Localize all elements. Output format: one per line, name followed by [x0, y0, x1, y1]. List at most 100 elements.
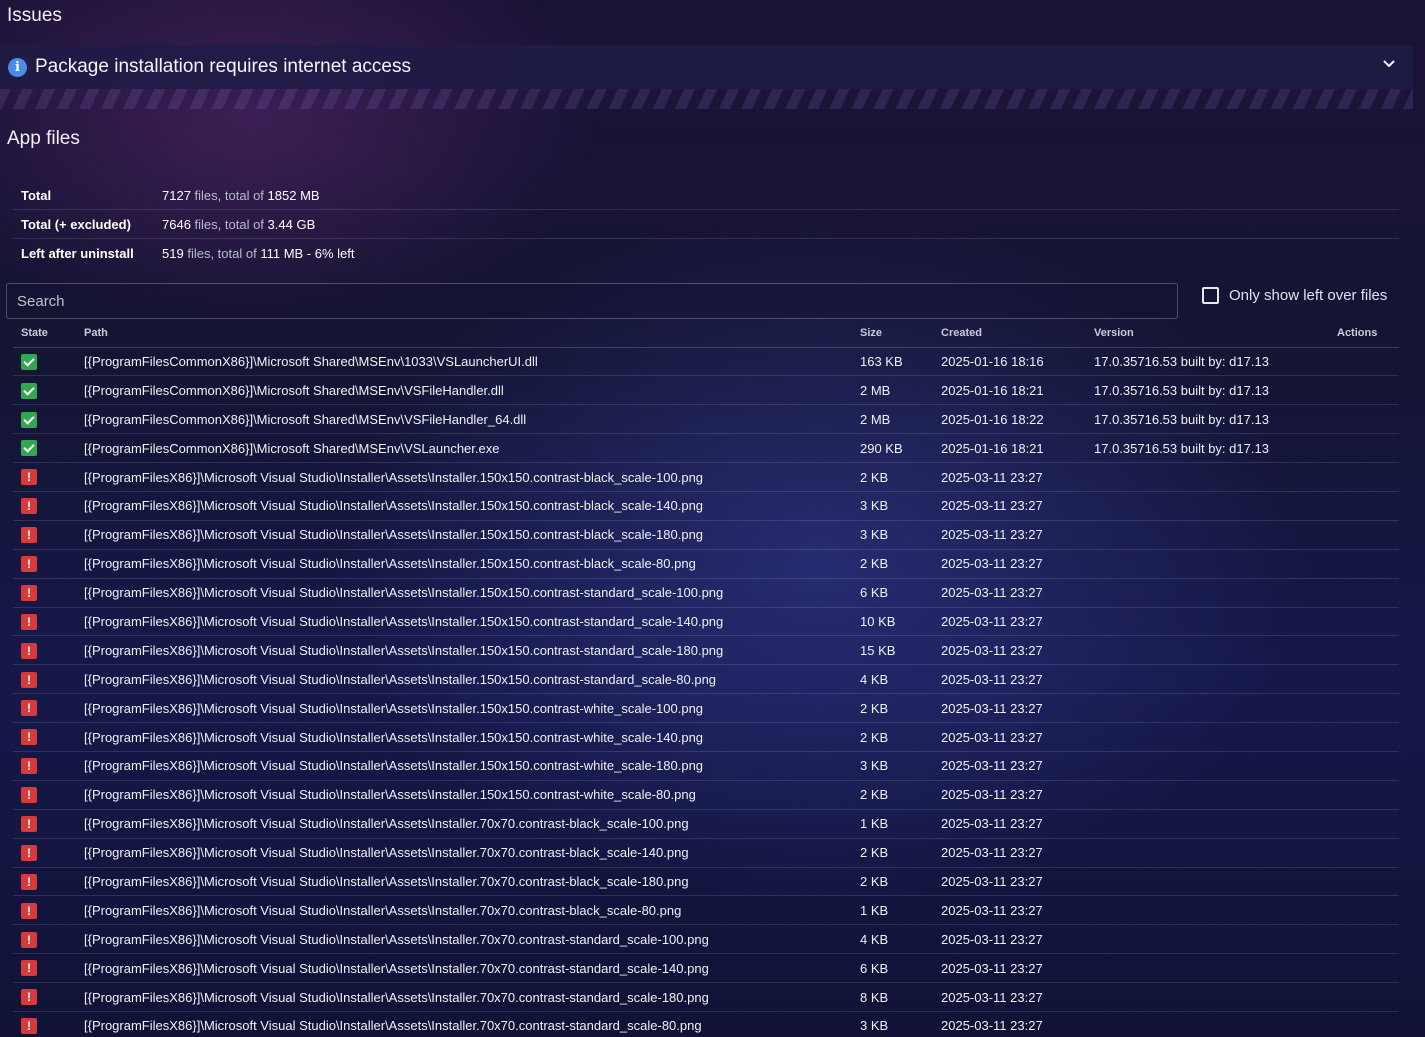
only-left-over-checkbox[interactable]	[1202, 287, 1219, 304]
version-cell	[1094, 607, 1337, 637]
size-cell: 2 KB	[860, 867, 941, 897]
summary-label: Total	[21, 187, 52, 203]
created-cell: 2025-03-11 23:27	[941, 635, 1094, 666]
version-cell	[1094, 462, 1337, 492]
path-cell: [{ProgramFilesX86}]\Microsoft Visual Stu…	[84, 953, 860, 984]
table-row[interactable]: ! [{ProgramFilesX86}]\Microsoft Visual St…	[13, 895, 1399, 926]
path-cell: [{ProgramFilesCommonX86}]\Microsoft Shar…	[84, 347, 860, 377]
path-cell: [{ProgramFilesX86}]\Microsoft Visual Stu…	[84, 549, 860, 579]
actions-cell	[1337, 751, 1399, 781]
path-cell: [{ProgramFilesCommonX86}]\Microsoft Shar…	[84, 433, 860, 464]
state-cell	[13, 433, 84, 464]
actions-cell	[1337, 375, 1399, 406]
version-cell	[1094, 549, 1337, 579]
warning-icon: !	[21, 873, 37, 890]
size-cell: 163 KB	[860, 347, 941, 377]
warning-icon: !	[21, 613, 37, 630]
table-row[interactable]: [{ProgramFilesCommonX86}]\Microsoft Shar…	[13, 404, 1399, 435]
state-cell: !	[13, 867, 84, 897]
state-cell: !	[13, 462, 84, 492]
files-table: State Path Size Created Version Actions …	[13, 319, 1399, 1037]
state-cell: !	[13, 491, 84, 521]
table-row[interactable]: ! [{ProgramFilesX86}]\Microsoft Visual St…	[13, 953, 1399, 984]
table-row[interactable]: ! [{ProgramFilesX86}]\Microsoft Visual St…	[13, 722, 1399, 752]
actions-cell	[1337, 924, 1399, 955]
version-cell	[1094, 867, 1337, 897]
version-cell	[1094, 924, 1337, 955]
table-row[interactable]: [{ProgramFilesCommonX86}]\Microsoft Shar…	[13, 433, 1399, 464]
size-cell: 4 KB	[860, 664, 941, 695]
created-cell: 2025-01-16 18:16	[941, 347, 1094, 377]
size-cell: 2 KB	[860, 693, 941, 724]
version-cell: 17.0.35716.53 built by: d17.13	[1094, 404, 1337, 435]
size-cell: 290 KB	[860, 433, 941, 464]
column-header-size[interactable]: Size	[860, 319, 941, 348]
created-cell: 2025-03-11 23:27	[941, 722, 1094, 752]
table-row[interactable]: [{ProgramFilesCommonX86}]\Microsoft Shar…	[13, 375, 1399, 406]
table-row[interactable]: ! [{ProgramFilesX86}]\Microsoft Visual St…	[13, 780, 1399, 810]
created-cell: 2025-03-11 23:27	[941, 924, 1094, 955]
warning-icon: !	[21, 527, 37, 544]
state-cell	[13, 404, 84, 435]
path-cell: [{ProgramFilesX86}]\Microsoft Visual Stu…	[84, 664, 860, 695]
size-cell: 2 KB	[860, 838, 941, 868]
state-cell	[13, 375, 84, 406]
summary-label: Total (+ excluded)	[21, 216, 131, 232]
issue-item-internet-access[interactable]: i Package installation requires internet…	[0, 45, 1413, 89]
search-input[interactable]	[6, 283, 1178, 319]
actions-cell	[1337, 838, 1399, 868]
table-row[interactable]: ! [{ProgramFilesX86}]\Microsoft Visual St…	[13, 549, 1399, 579]
table-row[interactable]: ! [{ProgramFilesX86}]\Microsoft Visual St…	[13, 924, 1399, 955]
table-row[interactable]: ! [{ProgramFilesX86}]\Microsoft Visual St…	[13, 751, 1399, 781]
size-cell: 6 KB	[860, 953, 941, 984]
table-row[interactable]: ! [{ProgramFilesX86}]\Microsoft Visual St…	[13, 635, 1399, 666]
created-cell: 2025-03-11 23:27	[941, 549, 1094, 579]
created-cell: 2025-01-16 18:22	[941, 404, 1094, 435]
warning-icon: !	[21, 960, 37, 977]
table-row[interactable]: ! [{ProgramFilesX86}]\Microsoft Visual St…	[13, 664, 1399, 695]
table-row[interactable]: ! [{ProgramFilesX86}]\Microsoft Visual St…	[13, 809, 1399, 839]
summary-label: Left after uninstall	[21, 246, 134, 261]
column-header-state[interactable]: State	[13, 319, 84, 348]
version-cell	[1094, 664, 1337, 695]
path-cell: [{ProgramFilesX86}]\Microsoft Visual Stu…	[84, 578, 860, 608]
table-row[interactable]: ! [{ProgramFilesX86}]\Microsoft Visual St…	[13, 578, 1399, 608]
path-cell: [{ProgramFilesCommonX86}]\Microsoft Shar…	[84, 404, 860, 435]
table-row[interactable]: ! [{ProgramFilesX86}]\Microsoft Visual St…	[13, 867, 1399, 897]
warning-icon: !	[21, 700, 37, 717]
only-left-over-toggle[interactable]: Only show left over files	[1202, 287, 1387, 304]
warning-icon: !	[21, 1018, 37, 1035]
table-row[interactable]: ! [{ProgramFilesX86}]\Microsoft Visual St…	[13, 693, 1399, 724]
state-cell: !	[13, 520, 84, 550]
summary-left-after-uninstall: Left after uninstall 519 files, total of…	[13, 239, 1399, 268]
state-cell: !	[13, 895, 84, 926]
column-header-version[interactable]: Version	[1094, 319, 1337, 348]
summary-total-excluded: Total (+ excluded) 7646 files, total of …	[13, 210, 1399, 239]
actions-cell	[1337, 722, 1399, 752]
actions-cell	[1337, 895, 1399, 926]
info-icon: i	[8, 57, 27, 77]
table-row[interactable]: ! [{ProgramFilesX86}]\Microsoft Visual St…	[13, 982, 1399, 1012]
table-row[interactable]: ! [{ProgramFilesX86}]\Microsoft Visual St…	[13, 520, 1399, 550]
column-header-path[interactable]: Path	[84, 319, 860, 348]
size-cell: 2 KB	[860, 722, 941, 752]
state-cell: !	[13, 722, 84, 752]
issues-heading: Issues	[7, 5, 62, 26]
created-cell: 2025-03-11 23:27	[941, 780, 1094, 810]
path-cell: [{ProgramFilesX86}]\Microsoft Visual Stu…	[84, 607, 860, 637]
path-cell: [{ProgramFilesX86}]\Microsoft Visual Stu…	[84, 982, 860, 1012]
path-cell: [{ProgramFilesX86}]\Microsoft Visual Stu…	[84, 1011, 860, 1037]
version-cell	[1094, 838, 1337, 868]
version-cell	[1094, 1011, 1337, 1037]
table-row[interactable]: ! [{ProgramFilesX86}]\Microsoft Visual St…	[13, 838, 1399, 868]
path-cell: [{ProgramFilesX86}]\Microsoft Visual Stu…	[84, 751, 860, 781]
table-row[interactable]: [{ProgramFilesCommonX86}]\Microsoft Shar…	[13, 347, 1399, 377]
chevron-down-icon[interactable]	[1383, 58, 1395, 70]
check-icon	[21, 411, 37, 428]
table-row[interactable]: ! [{ProgramFilesX86}]\Microsoft Visual St…	[13, 462, 1399, 492]
column-header-created[interactable]: Created	[941, 319, 1094, 348]
size-cell: 8 KB	[860, 982, 941, 1012]
table-row[interactable]: ! [{ProgramFilesX86}]\Microsoft Visual St…	[13, 607, 1399, 637]
table-row[interactable]: ! [{ProgramFilesX86}]\Microsoft Visual St…	[13, 1011, 1399, 1037]
table-row[interactable]: ! [{ProgramFilesX86}]\Microsoft Visual St…	[13, 491, 1399, 521]
